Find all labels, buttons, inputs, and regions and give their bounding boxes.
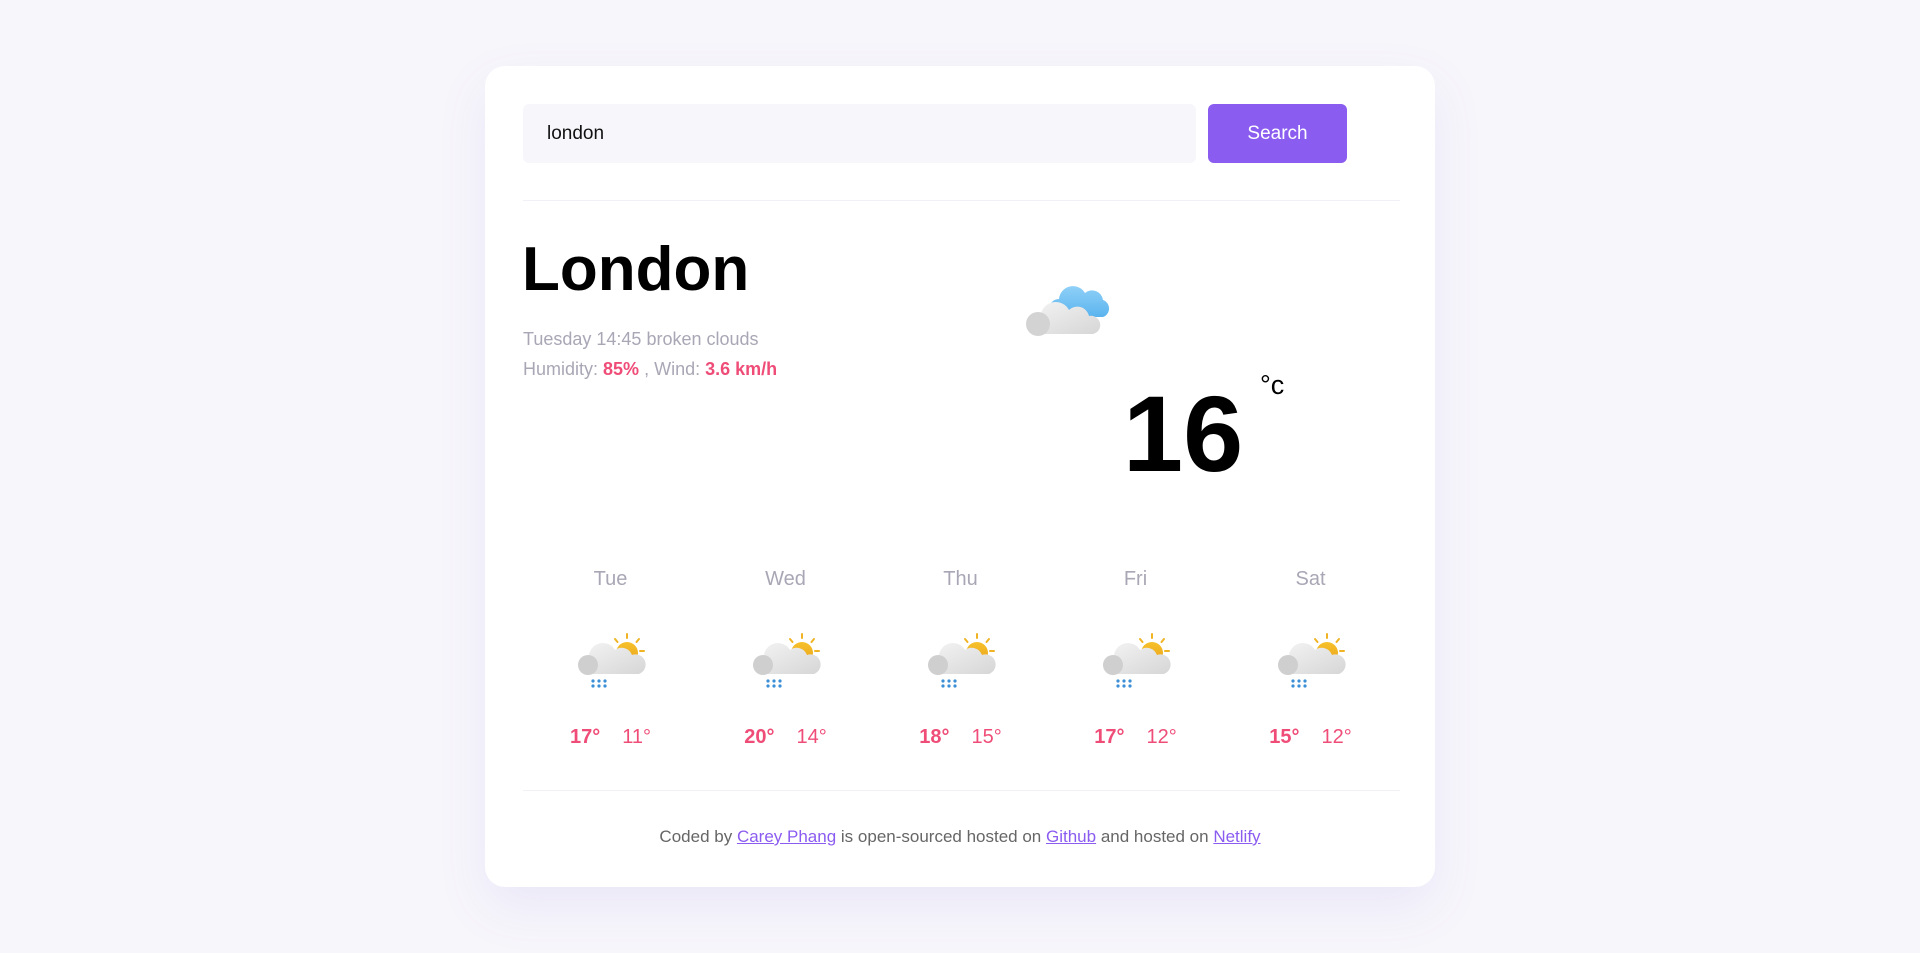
forecast-min: 15° (971, 726, 1002, 748)
humidity-value: 85% (603, 359, 640, 379)
github-link[interactable]: Github (1046, 827, 1096, 846)
forecast-temps: 15° 12° (1223, 726, 1398, 749)
city-name: London (522, 235, 750, 304)
forecast-temps: 18° 15° (873, 726, 1048, 749)
humidity-wind: Humidity: 85% , Wind: 3.6 km/h (523, 354, 777, 384)
wind-label: , Wind: (644, 359, 701, 379)
broken-clouds-icon (1026, 286, 1110, 336)
netlify-link[interactable]: Netlify (1213, 827, 1260, 846)
footer: Coded by Carey Phang is open-sourced hos… (485, 827, 1435, 847)
sun-cloud-rain-icon (746, 628, 826, 698)
humidity-label: Humidity: (523, 359, 599, 379)
forecast-temps: 20° 14° (698, 726, 873, 749)
forecast-min: 14° (796, 726, 827, 748)
current-details: Tuesday 14:45 broken clouds Humidity: 85… (523, 324, 777, 384)
forecast-list: Tue 17° 11° Wed 20° 14° Thu 18° 15° Fri 17°… (523, 568, 1398, 749)
forecast-day: Fri 17° 12° (1048, 568, 1223, 749)
date-description: Tuesday 14:45 broken clouds (523, 324, 777, 354)
forecast-day-name: Wed (765, 568, 806, 590)
weather-card: Search London Tuesday 14:45 broken cloud… (485, 66, 1435, 887)
forecast-max: 20° (744, 726, 775, 748)
current-day: Tuesday (523, 329, 592, 349)
sun-cloud-rain-icon (921, 628, 1001, 698)
search-bar: Search (523, 104, 1347, 163)
forecast-day: Wed 20° 14° (698, 568, 873, 749)
bottom-divider (523, 790, 1400, 791)
weather-description: broken clouds (646, 329, 759, 349)
temperature-unit: °c (1260, 370, 1285, 400)
footer-prefix: Coded by (659, 827, 733, 846)
footer-and: and hosted on (1100, 827, 1209, 846)
forecast-day: Tue 17° 11° (523, 568, 698, 749)
forecast-temps: 17° 12° (1048, 726, 1223, 749)
forecast-max: 15° (1269, 726, 1300, 748)
sun-cloud-rain-icon (1271, 628, 1351, 698)
forecast-temps: 17° 11° (523, 726, 698, 749)
sun-cloud-rain-icon (571, 628, 651, 698)
search-input[interactable] (523, 104, 1196, 163)
forecast-day-name: Fri (1123, 568, 1148, 590)
forecast-day: Thu 18° 15° (873, 568, 1048, 749)
sun-cloud-rain-icon (1096, 628, 1176, 698)
wind-value: 3.6 km/h (705, 359, 778, 379)
forecast-day-name: Tue (593, 568, 628, 590)
author-link[interactable]: Carey Phang (737, 827, 836, 846)
top-divider (523, 200, 1400, 201)
forecast-day: Sat 15° 12° (1223, 568, 1398, 749)
current-temperature: 16 (1123, 373, 1244, 494)
forecast-max: 18° (919, 726, 950, 748)
search-button[interactable]: Search (1208, 104, 1347, 163)
forecast-min: 12° (1321, 726, 1352, 748)
forecast-day-name: Sat (1295, 568, 1326, 590)
forecast-day-name: Thu (943, 568, 978, 590)
forecast-max: 17° (1094, 726, 1125, 748)
forecast-max: 17° (569, 726, 601, 748)
footer-middle: is open-sourced hosted on (840, 827, 1042, 846)
current-time: 14:45 (596, 329, 642, 349)
forecast-min: 12° (1146, 726, 1177, 748)
forecast-min: 11° (622, 726, 651, 748)
